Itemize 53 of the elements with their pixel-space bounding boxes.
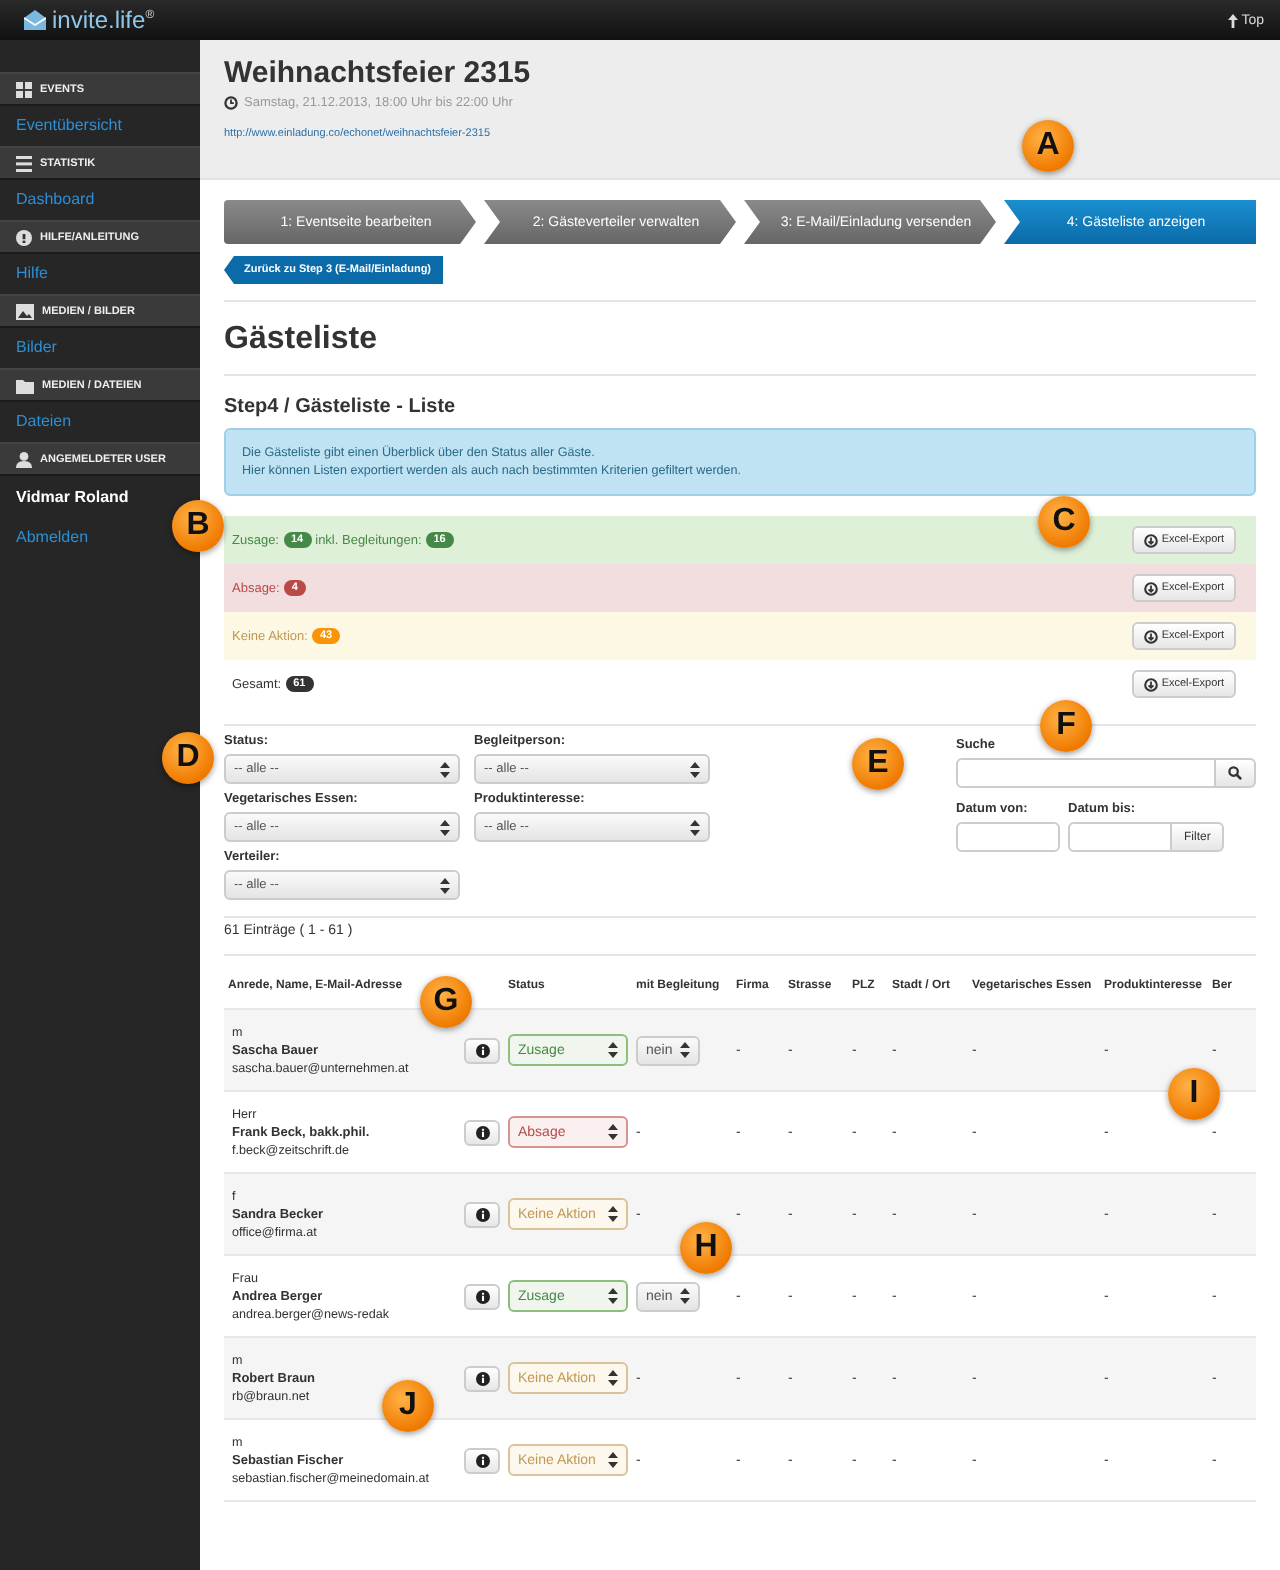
arrow-up-icon <box>1227 13 1238 27</box>
download-icon <box>1143 629 1158 643</box>
date-from-field[interactable] <box>956 822 1060 852</box>
info-icon <box>475 1289 489 1303</box>
info-button[interactable] <box>464 1119 500 1145</box>
search-button[interactable] <box>1216 758 1256 788</box>
info-icon <box>475 1207 489 1221</box>
event-title: Weihnachtsfeier 2315 <box>224 56 533 90</box>
select-arrows-icon <box>690 819 700 835</box>
select-arrows-icon <box>440 877 450 893</box>
search-field[interactable] <box>956 758 1216 788</box>
sidebar-link[interactable]: Dashboard <box>16 190 95 208</box>
sidebar-link[interactable]: Hilfe <box>16 264 49 282</box>
select-arrows-icon <box>608 1124 618 1140</box>
logo-text[interactable]: invite.life$^{®}$ <box>52 6 155 34</box>
select-arrows-icon <box>680 1042 690 1058</box>
select-arrows-icon <box>440 761 450 777</box>
download-icon <box>1143 677 1158 691</box>
search-icon <box>1228 766 1242 780</box>
sidebar-link[interactable]: Abmelden <box>16 528 89 546</box>
info-icon <box>475 1453 489 1467</box>
folder-icon <box>16 377 34 393</box>
list-icon <box>16 155 32 171</box>
section-title: Step4 / Gästeliste - Liste <box>224 396 458 418</box>
download-icon <box>1143 581 1158 595</box>
select-arrows-icon <box>608 1206 618 1222</box>
image-icon <box>16 303 34 319</box>
select-arrows-icon <box>680 1288 690 1304</box>
sidebar-link[interactable]: Eventübersicht <box>16 116 122 134</box>
download-icon <box>1143 533 1158 547</box>
select-arrows-icon <box>690 761 700 777</box>
select-arrows-icon <box>440 819 450 835</box>
info-icon <box>475 1371 489 1385</box>
user-icon <box>16 451 32 467</box>
select-arrows-icon <box>608 1370 618 1386</box>
select-arrows-icon <box>608 1288 618 1304</box>
grid-icon <box>16 81 32 97</box>
page-title: Gästeliste <box>224 322 379 358</box>
info-icon <box>475 1125 489 1139</box>
sidebar-link[interactable]: Bilder <box>16 338 57 356</box>
info-button[interactable] <box>464 1283 500 1309</box>
info-button[interactable] <box>464 1037 500 1063</box>
sidebar-link[interactable]: Dateien <box>16 412 72 430</box>
info-button[interactable] <box>464 1447 500 1473</box>
clock-icon <box>224 96 238 110</box>
select-arrows-icon <box>608 1042 618 1058</box>
user-name: Vidmar Roland <box>16 488 129 506</box>
info-button[interactable] <box>464 1201 500 1227</box>
info-icon <box>475 1043 489 1057</box>
envelope-icon <box>24 10 46 30</box>
info-button[interactable] <box>464 1365 500 1391</box>
date-to-field[interactable] <box>1068 822 1172 852</box>
select-arrows-icon <box>608 1452 618 1468</box>
